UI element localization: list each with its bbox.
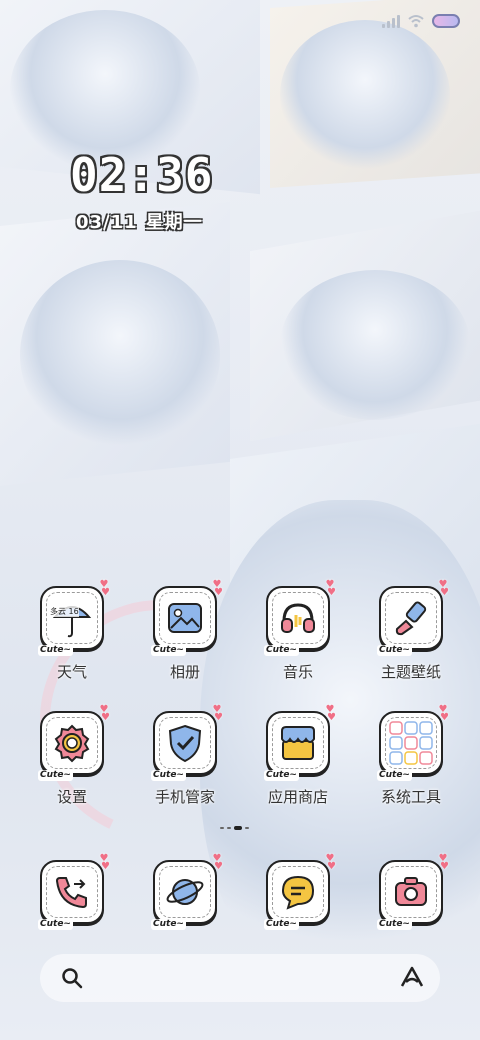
app-folder-icon [389, 721, 433, 765]
wallpaper-character [10, 10, 200, 170]
app-weather[interactable]: ♥ ♥ 多云 16 Cute~ 天气 [22, 580, 122, 696]
cute-badge: Cute~ [151, 919, 186, 930]
camera-icon [395, 877, 427, 906]
tools-folder-tile[interactable]: ♥ ♥ Cute~ [377, 705, 449, 781]
weather-app-tile[interactable]: ♥ ♥ 多云 16 Cute~ [38, 580, 110, 656]
messages-app-tile[interactable]: ♥ ♥ Cute~ [264, 854, 336, 930]
app-security[interactable]: ♥ ♥ Cute~ 手机管家 [135, 705, 235, 821]
cute-badge: Cute~ [264, 645, 299, 656]
status-bar [382, 12, 460, 30]
planet-browser-icon [166, 879, 204, 905]
store-app-tile[interactable]: ♥ ♥ Cute~ [264, 705, 336, 781]
wifi-icon [408, 15, 424, 28]
hearts-decoration: ♥ ♥ [210, 579, 223, 598]
cute-badge: Cute~ [151, 770, 186, 781]
date-display: 03/11 星期一 [76, 208, 211, 234]
gallery-app-tile[interactable]: ♥ ♥ Cute~ [151, 580, 223, 656]
page-indicator[interactable] [220, 826, 249, 830]
app-label: 主题壁纸 [380, 663, 441, 681]
date-text: 03/11 [76, 212, 138, 233]
hearts-decoration: ♥ ♥ [323, 853, 336, 872]
security-app-tile[interactable]: ♥ ♥ Cute~ [151, 705, 223, 781]
hearts-decoration: ♥ ♥ [210, 704, 223, 723]
app-music[interactable]: ♥ ♥ Cute~ 音乐 [248, 580, 348, 696]
search-icon[interactable] [60, 966, 84, 990]
hearts-decoration: ♥ ♥ [436, 853, 449, 872]
cute-badge: Cute~ [377, 770, 412, 781]
battery-icon [432, 14, 460, 28]
phone-app-tile[interactable]: ♥ ♥ Cute~ [38, 854, 110, 930]
themes-app-tile[interactable]: ♥ ♥ Cute~ [377, 580, 449, 656]
settings-app-tile[interactable]: ♥ ♥ Cute~ [38, 705, 110, 781]
app-settings[interactable]: ♥ ♥ Cute~ 设置 [22, 705, 122, 821]
hearts-decoration: ♥ ♥ [97, 704, 110, 723]
clock-time: 02:36 [70, 148, 214, 202]
assistant-icon[interactable] [398, 964, 426, 992]
hearts-decoration: ♥ ♥ [436, 704, 449, 723]
hearts-decoration: ♥ ♥ [436, 579, 449, 598]
app-label: 系统工具 [380, 788, 441, 806]
app-label: 音乐 [282, 663, 313, 681]
message-bubble-icon [281, 875, 315, 910]
hearts-decoration: ♥ ♥ [97, 853, 110, 872]
app-gallery[interactable]: ♥ ♥ Cute~ 相册 [135, 580, 235, 696]
app-label: 相册 [169, 663, 200, 681]
clock-widget[interactable]: 02:36 [70, 150, 230, 200]
cute-badge: Cute~ [264, 919, 299, 930]
app-label: 设置 [56, 788, 87, 806]
cute-badge: Cute~ [38, 919, 73, 930]
hearts-decoration: ♥ ♥ [323, 579, 336, 598]
cellular-signal-icon [382, 14, 400, 28]
browser-app-tile[interactable]: ♥ ♥ Cute~ [151, 854, 223, 930]
hearts-decoration: ♥ ♥ [97, 579, 110, 598]
cute-badge: Cute~ [151, 645, 186, 656]
headphones-icon [281, 603, 315, 633]
music-app-tile[interactable]: ♥ ♥ Cute~ [264, 580, 336, 656]
app-folder-tools[interactable]: ♥ ♥ Cute~ 系统工具 [361, 705, 461, 821]
cute-badge: Cute~ [264, 770, 299, 781]
wallpaper-character [280, 270, 470, 420]
shield-check-icon [168, 724, 202, 763]
paintbrush-icon [395, 601, 427, 636]
app-label: 手机管家 [154, 788, 215, 806]
cute-badge: Cute~ [377, 919, 412, 930]
cute-badge: Cute~ [38, 645, 73, 656]
app-label: 天气 [56, 663, 87, 681]
camera-app-tile[interactable]: ♥ ♥ Cute~ [377, 854, 449, 930]
app-themes[interactable]: ♥ ♥ Cute~ 主题壁纸 [361, 580, 461, 696]
search-bar[interactable] [40, 954, 440, 1002]
gear-icon [54, 724, 90, 763]
cute-badge: Cute~ [38, 770, 73, 781]
cute-badge: Cute~ [377, 645, 412, 656]
wallpaper-character [20, 260, 220, 450]
weekday-text: 星期一 [145, 212, 203, 233]
app-label: 应用商店 [267, 788, 328, 806]
store-icon [281, 726, 315, 760]
phone-icon [55, 877, 87, 909]
wallpaper-character [280, 20, 450, 170]
gallery-icon [168, 603, 202, 633]
weather-umbrella-icon [52, 606, 92, 638]
weather-widget-text: 多云 16 [50, 606, 79, 617]
app-store[interactable]: ♥ ♥ Cute~ 应用商店 [248, 705, 348, 821]
hearts-decoration: ♥ ♥ [210, 853, 223, 872]
hearts-decoration: ♥ ♥ [323, 704, 336, 723]
